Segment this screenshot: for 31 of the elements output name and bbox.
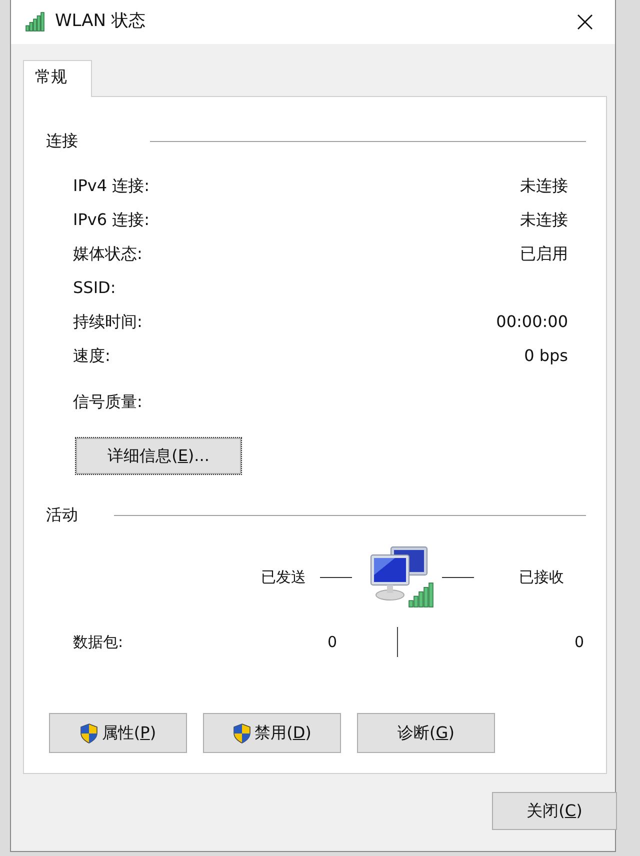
field-label: SSID: [73,277,116,299]
signal-icon [25,12,47,32]
field-label: 信号质量: [73,391,142,413]
field-label: IPv6 连接: [73,209,150,231]
section-heading: 连接 [46,130,78,152]
field-label: 数据包: [73,632,124,653]
section-heading: 活动 [46,504,78,526]
field-value: 未连接 [520,175,568,197]
sent-count: 0 [326,632,337,653]
details-button[interactable]: 详细信息(E)... [75,437,242,475]
divider-line [397,627,398,657]
field-value: 已启用 [520,243,568,265]
divider-line [320,576,352,578]
received-count: 0 [573,632,584,653]
close-dialog-button[interactable]: 关闭(C) [492,792,617,830]
divider-line [442,576,474,578]
close-icon [577,14,593,30]
field-value: 00:00:00 [496,311,568,333]
field-label: IPv4 连接: [73,175,150,197]
received-label: 已接收 [518,566,564,588]
field-label: 持续时间: [73,311,142,333]
action-button[interactable]: 禁用(D) [203,713,341,753]
field-label: 速度: [73,345,110,367]
action-button[interactable]: 属性(P) [49,713,187,753]
field-label: 媒体状态: [73,243,142,265]
field-value: 0 bps [524,345,568,367]
sent-label: 已发送 [260,566,306,588]
tab[interactable]: 常规 [23,60,92,97]
action-button[interactable]: 诊断(G) [357,713,495,753]
window-title: WLAN 状态 [55,10,146,34]
field-value: 未连接 [520,209,568,231]
